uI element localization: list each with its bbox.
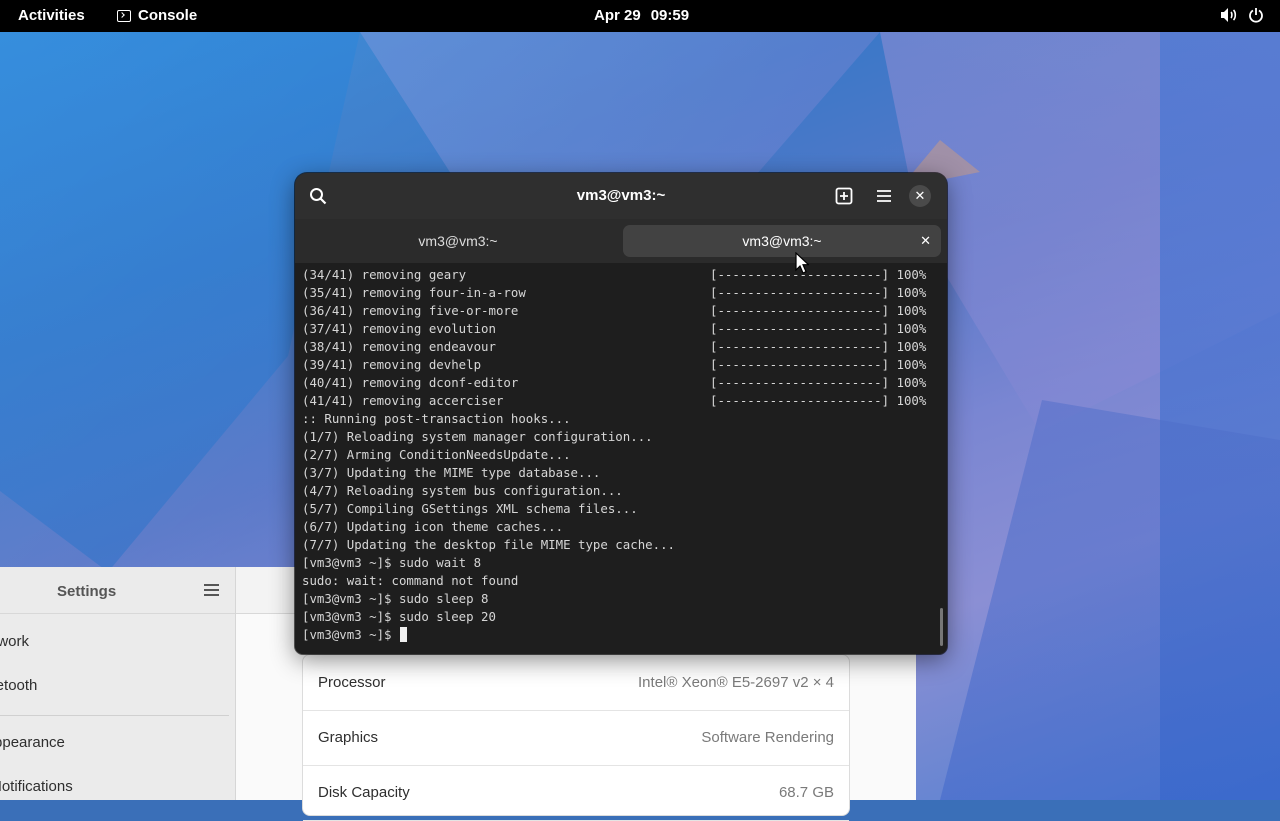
scrollbar[interactable] bbox=[940, 608, 943, 646]
terminal-line: sudo: wait: command not found bbox=[302, 573, 519, 588]
terminal-line: (4/7) Reloading system bus configuration… bbox=[302, 483, 623, 498]
new-tab-button[interactable] bbox=[829, 181, 859, 211]
progress-value: 100% bbox=[896, 339, 927, 354]
close-icon: ✕ bbox=[914, 188, 926, 203]
console-icon bbox=[117, 9, 131, 22]
terminal-line: (1/7) Reloading system manager configura… bbox=[302, 429, 653, 444]
terminal-line: [vm3@vm3 ~]$ sudo sleep 20 bbox=[302, 609, 496, 624]
terminal-line: (3/7) Updating the MIME type database... bbox=[302, 465, 601, 480]
progress-bar: [----------------------] bbox=[710, 303, 890, 318]
info-value: Intel® Xeon® E5-2697 v2 × 4 bbox=[638, 674, 834, 691]
terminal-line: (6/7) Updating icon theme caches... bbox=[302, 519, 564, 534]
progress-indicator: [----------------------] 100% bbox=[710, 284, 926, 302]
terminal-window[interactable]: vm3@vm3:~ ✕ vm3@vm3:~ vm3@vm3:~ ✕ (34/41… bbox=[295, 173, 947, 654]
progress-bar: [----------------------] bbox=[710, 375, 890, 390]
info-key: Graphics bbox=[318, 729, 379, 746]
about-info-card: Processor Intel® Xeon® E5-2697 v2 × 4 Gr… bbox=[302, 654, 850, 821]
system-tray[interactable] bbox=[1220, 7, 1264, 23]
terminal-line: (7/7) Updating the desktop file MIME typ… bbox=[302, 537, 675, 552]
top-bar: Activities Console Apr 29 09:59 bbox=[0, 0, 1280, 32]
tab-label: vm3@vm3:~ bbox=[742, 233, 822, 249]
new-tab-icon bbox=[835, 187, 853, 205]
sidebar-item-bluetooth[interactable]: Bluetooth bbox=[0, 677, 37, 694]
terminal-headerbar[interactable]: vm3@vm3:~ ✕ bbox=[295, 173, 947, 219]
terminal-line: (37/41) removing evolution bbox=[302, 321, 496, 336]
terminal-line: (2/7) Arming ConditionNeedsUpdate... bbox=[302, 447, 571, 462]
progress-value: 100% bbox=[896, 321, 927, 336]
terminal-line: (40/41) removing dconf-editor bbox=[302, 375, 519, 390]
progress-indicator: [----------------------] 100% bbox=[710, 266, 926, 284]
tab-2-active[interactable]: vm3@vm3:~ ✕ bbox=[623, 225, 941, 257]
activities-button[interactable]: Activities bbox=[18, 7, 85, 24]
volume-icon[interactable] bbox=[1220, 7, 1238, 23]
close-tab-icon[interactable]: ✕ bbox=[920, 233, 931, 249]
terminal-line: :: Running post-transaction hooks... bbox=[302, 411, 571, 426]
progress-bar: [----------------------] bbox=[710, 357, 890, 372]
info-row-disk-capacity: Disk Capacity 68.7 GB bbox=[303, 765, 849, 821]
terminal-line: (35/41) removing four-in-a-row bbox=[302, 285, 526, 300]
progress-indicator: [----------------------] 100% bbox=[710, 302, 926, 320]
main-menu-button[interactable] bbox=[869, 181, 899, 211]
time-label: 09:59 bbox=[650, 7, 690, 24]
progress-indicator: [----------------------] 100% bbox=[710, 374, 926, 392]
progress-bar: [----------------------] bbox=[710, 285, 890, 300]
tab-bar: vm3@vm3:~ vm3@vm3:~ ✕ bbox=[295, 219, 947, 263]
progress-bar: [----------------------] bbox=[710, 339, 890, 354]
sidebar-item-network[interactable]: Network bbox=[0, 633, 29, 650]
progress-bar: [----------------------] bbox=[710, 393, 890, 408]
app-name: Console bbox=[138, 7, 198, 24]
terminal-line: (38/41) removing endeavour bbox=[302, 339, 496, 354]
tab-1[interactable]: vm3@vm3:~ bbox=[299, 225, 617, 257]
terminal-output[interactable]: (34/41) removing geary (35/41) removing f… bbox=[295, 263, 947, 654]
text-cursor bbox=[399, 627, 407, 642]
terminal-line: (36/41) removing five-or-more bbox=[302, 303, 519, 318]
prompt-line: [vm3@vm3 ~]$ bbox=[302, 626, 675, 644]
progress-value: 100% bbox=[896, 303, 927, 318]
terminal-line: [vm3@vm3 ~]$ sudo wait 8 bbox=[302, 555, 482, 570]
close-window-button[interactable]: ✕ bbox=[909, 185, 931, 207]
power-icon[interactable] bbox=[1248, 7, 1264, 23]
progress-value: 100% bbox=[896, 393, 927, 408]
progress-indicator: [----------------------] 100% bbox=[710, 320, 926, 338]
sidebar-divider bbox=[0, 715, 229, 716]
date-label: Apr 29 bbox=[594, 7, 641, 24]
sidebar-item-appearance[interactable]: Appearance bbox=[0, 734, 65, 751]
progress-indicator: [----------------------] 100% bbox=[710, 356, 926, 374]
sidebar-item-notifications[interactable]: Notifications bbox=[0, 778, 73, 795]
mouse-pointer-icon bbox=[795, 252, 809, 274]
info-row-processor: Processor Intel® Xeon® E5-2697 v2 × 4 bbox=[303, 655, 849, 711]
hamburger-menu-icon bbox=[877, 190, 891, 202]
hamburger-menu-icon[interactable] bbox=[204, 584, 219, 596]
terminal-lines: (34/41) removing geary (35/41) removing f… bbox=[302, 266, 675, 644]
app-menu-button[interactable]: Console bbox=[117, 7, 197, 24]
clock-button[interactable]: Apr 29 09:59 bbox=[594, 7, 689, 24]
progress-value: 100% bbox=[896, 285, 927, 300]
terminal-line: (39/41) removing devhelp bbox=[302, 357, 482, 372]
progress-value: 100% bbox=[896, 357, 927, 372]
info-value: Software Rendering bbox=[701, 729, 834, 746]
progress-bar: [----------------------] bbox=[710, 321, 890, 336]
prompt-text: [vm3@vm3 ~]$ bbox=[302, 627, 399, 642]
progress-value: 100% bbox=[896, 267, 927, 282]
settings-title: Settings bbox=[57, 583, 117, 600]
progress-column: [----------------------] 100% [----------… bbox=[710, 266, 926, 410]
info-key: Processor bbox=[318, 674, 386, 691]
progress-indicator: [----------------------] 100% bbox=[710, 392, 926, 410]
terminal-line: [vm3@vm3 ~]$ sudo sleep 8 bbox=[302, 591, 489, 606]
settings-sidebar: Settings Network Bluetooth Appearance No… bbox=[0, 567, 236, 800]
info-row-graphics: Graphics Software Rendering bbox=[303, 710, 849, 766]
terminal-line: (41/41) removing accerciser bbox=[302, 393, 504, 408]
progress-value: 100% bbox=[896, 375, 927, 390]
sidebar-header: Settings bbox=[0, 567, 235, 614]
info-value: 68.7 GB bbox=[778, 784, 834, 801]
progress-indicator: [----------------------] 100% bbox=[710, 338, 926, 356]
info-key: Disk Capacity bbox=[318, 784, 410, 801]
terminal-line: (5/7) Compiling GSettings XML schema fil… bbox=[302, 501, 638, 516]
terminal-line: (34/41) removing geary bbox=[302, 267, 467, 282]
